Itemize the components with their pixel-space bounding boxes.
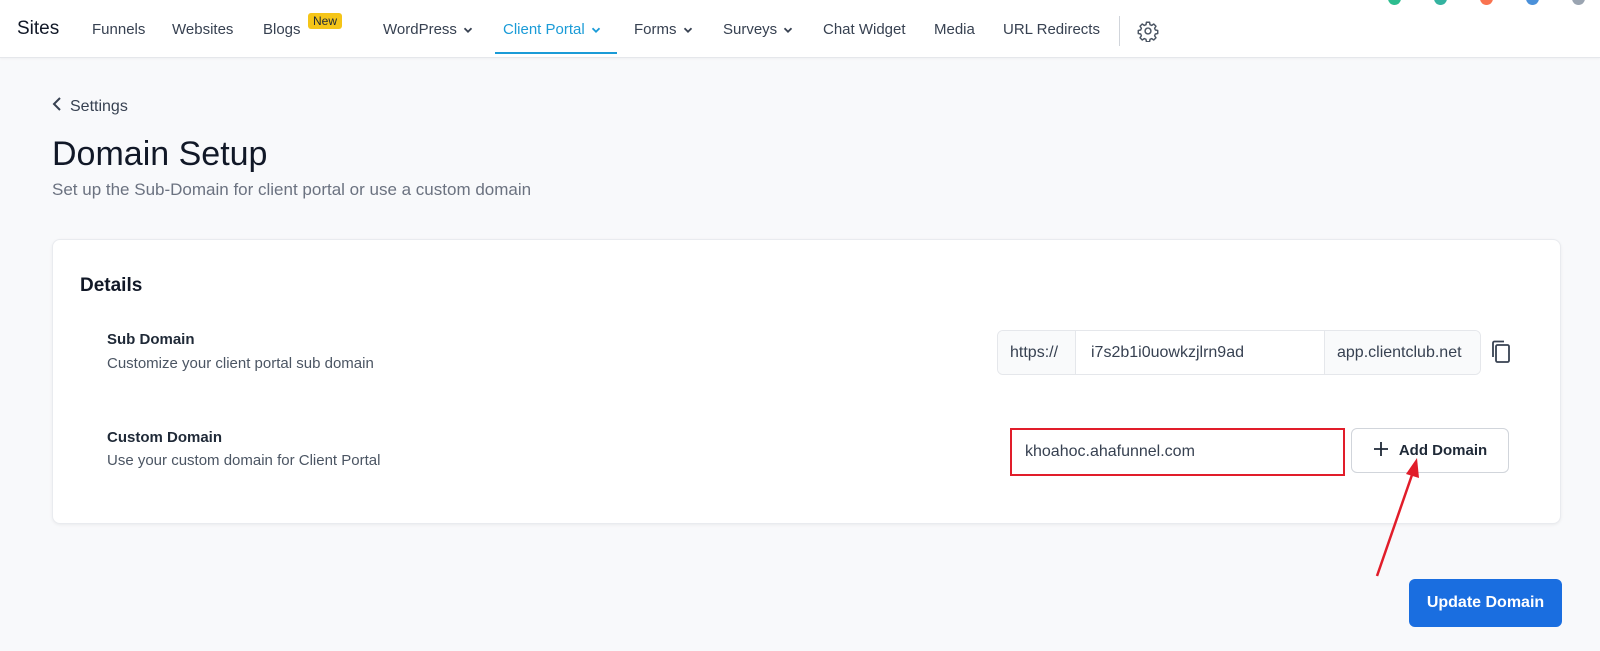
custom-domain-input[interactable] <box>1010 428 1345 476</box>
nav-label: Chat Widget <box>823 21 906 38</box>
gear-icon[interactable] <box>1137 20 1159 43</box>
nav-divider <box>1119 16 1120 46</box>
brand-title: Sites <box>17 18 60 39</box>
nav-label: Forms <box>634 21 677 38</box>
custom-domain-label: Custom Domain <box>107 429 223 446</box>
chevron-down-icon <box>683 25 693 35</box>
chevron-left-icon <box>52 96 62 117</box>
update-domain-button[interactable]: Update Domain <box>1409 579 1562 627</box>
chevron-down-icon <box>463 25 473 35</box>
nav-label: Client Portal <box>503 21 585 38</box>
nav-label: Surveys <box>723 21 778 38</box>
top-navigation: Sites Funnels Websites Blogs New WordPre… <box>0 0 1600 58</box>
nav-label: Media <box>934 21 975 38</box>
nav-label: Blogs <box>263 21 301 38</box>
status-dot <box>1572 0 1585 5</box>
nav-item-blogs[interactable]: Blogs <box>263 21 301 38</box>
active-tab-indicator <box>495 52 617 54</box>
chevron-down-icon <box>591 25 601 35</box>
chevron-down-icon <box>783 25 793 35</box>
status-dot <box>1388 0 1401 5</box>
plus-icon <box>1373 441 1389 461</box>
domain-suffix: app.clientclub.net <box>1324 331 1480 374</box>
https-prefix: https:// <box>998 331 1076 374</box>
sub-domain-input[interactable] <box>1076 331 1324 374</box>
nav-item-surveys[interactable]: Surveys <box>723 21 793 38</box>
details-card: Details Sub Domain Customize your client… <box>52 239 1561 524</box>
status-dot <box>1434 0 1447 5</box>
nav-label: Funnels <box>92 21 146 38</box>
nav-item-funnels[interactable]: Funnels <box>92 21 145 38</box>
nav-label: Websites <box>172 21 234 38</box>
nav-item-client-portal[interactable]: Client Portal <box>503 21 601 38</box>
copy-icon[interactable] <box>1489 339 1513 365</box>
add-domain-label: Add Domain <box>1398 442 1488 459</box>
card-title: Details <box>80 275 143 296</box>
status-dot <box>1480 0 1493 5</box>
status-dot <box>1526 0 1539 5</box>
back-to-settings-link[interactable]: Settings <box>52 96 128 117</box>
nav-item-media[interactable]: Media <box>934 21 975 38</box>
sub-domain-label: Sub Domain <box>107 331 195 348</box>
back-label: Settings <box>70 97 128 115</box>
custom-domain-description: Use your custom domain for Client Portal <box>107 452 381 469</box>
nav-label: URL Redirects <box>1003 21 1100 38</box>
sub-domain-description: Customize your client portal sub domain <box>107 355 374 372</box>
add-domain-button[interactable]: Add Domain <box>1351 428 1509 473</box>
nav-item-url-redirects[interactable]: URL Redirects <box>1003 21 1100 38</box>
nav-item-forms[interactable]: Forms <box>634 21 693 38</box>
nav-item-websites[interactable]: Websites <box>172 21 233 38</box>
new-badge: New <box>308 13 343 29</box>
nav-label: WordPress <box>383 21 457 38</box>
sub-domain-input-group: https:// app.clientclub.net <box>997 330 1481 375</box>
page-title: Domain Setup <box>52 135 268 173</box>
nav-item-wordpress[interactable]: WordPress <box>383 21 473 38</box>
page-subtitle: Set up the Sub-Domain for client portal … <box>52 180 532 199</box>
nav-item-chat-widget[interactable]: Chat Widget <box>823 21 906 38</box>
